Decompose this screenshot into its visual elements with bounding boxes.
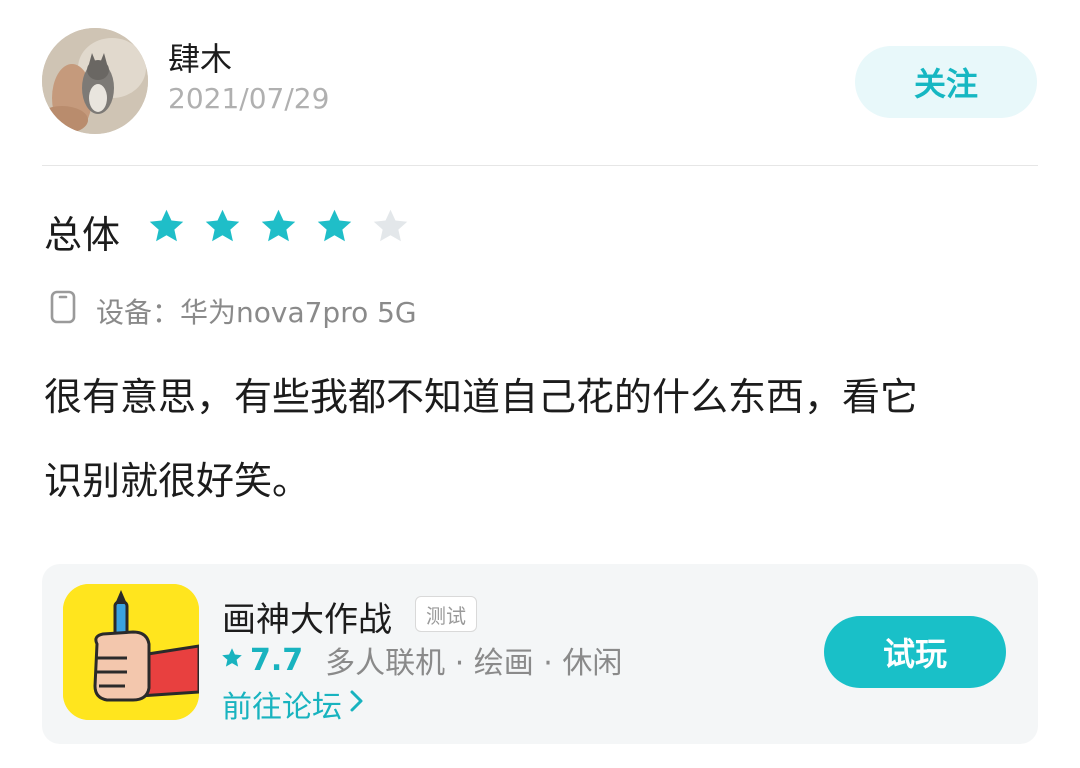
star-icon	[146, 206, 187, 247]
forum-link-label: 前往论坛	[222, 690, 342, 725]
forum-link[interactable]: 前往论坛	[222, 682, 366, 726]
review-text-line-1: 很有意思，有些我都不知道自己花的什么东西，看它	[44, 375, 919, 419]
game-score: 7.7	[250, 642, 304, 678]
avatar[interactable]	[42, 28, 148, 134]
star-rating	[146, 206, 411, 247]
divider	[42, 165, 1038, 166]
star-empty-icon	[370, 206, 411, 247]
star-icon	[220, 646, 244, 674]
follow-button[interactable]: 关注	[855, 46, 1037, 118]
username[interactable]: 肆木	[168, 34, 232, 80]
star-icon	[258, 206, 299, 247]
play-button[interactable]: 试玩	[824, 616, 1006, 688]
review-text-line-2: 识别就很好笑。	[44, 459, 311, 503]
game-app-icon[interactable]	[63, 584, 199, 720]
phone-icon	[50, 290, 76, 328]
review-date: 2021/07/29	[168, 82, 330, 115]
overall-rating-label: 总体	[44, 213, 121, 257]
game-title[interactable]: 画神大作战	[222, 592, 392, 641]
game-tags: 多人联机 · 绘画 · 休闲	[325, 646, 623, 681]
test-badge: 测试	[415, 596, 477, 632]
chevron-right-icon	[342, 687, 366, 722]
game-meta: 7.7 多人联机 · 绘画 · 休闲	[220, 638, 622, 682]
star-icon	[202, 206, 243, 247]
device-info: 设备：华为nova7pro 5G	[96, 296, 417, 329]
star-icon	[314, 206, 355, 247]
